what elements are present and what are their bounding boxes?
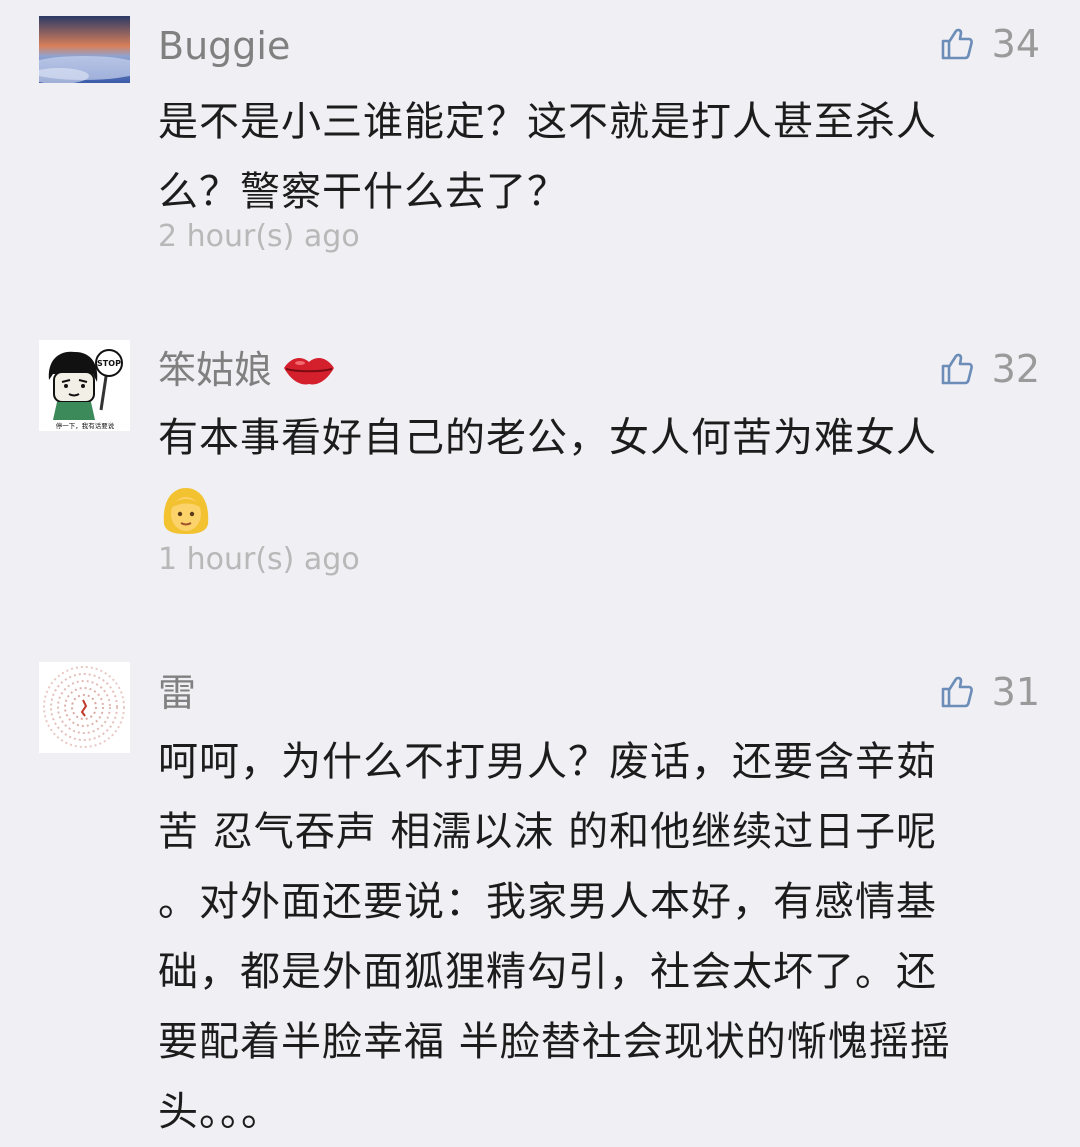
comment-item: Buggie 34 是不是小三谁能定？这不就是打人甚至杀人 么？警察干什么去了？… [0, 0, 1080, 300]
comment-text: 呵呵，为什么不打男人？废话，还要含辛茹 苦 忍气吞声 相濡以沫 的和他继续过日子… [158, 727, 1038, 1147]
like-button[interactable]: 31 [940, 673, 1040, 711]
comment-text-line: 呵呵，为什么不打男人？废话，还要含辛茹 [158, 739, 937, 785]
comment-text-line: 要配着半脸幸福 半脸替社会现状的惭愧摇摇 [158, 1019, 951, 1065]
like-button[interactable]: 34 [940, 25, 1040, 63]
comment-timestamp: 2 hour(s) ago [158, 219, 360, 254]
comment-item: STOP 停一下，我有话要说 笨姑娘 32 有本事看好自己的老公，女人何苦为难女… [0, 330, 1080, 630]
comment-text-line: 有本事看好自己的老公，女人何苦为难女人 [158, 415, 937, 461]
like-count: 31 [991, 670, 1040, 714]
comment-text-line: 么？警察干什么去了？ [158, 169, 568, 215]
avatar[interactable]: STOP 停一下，我有话要说 [39, 340, 130, 431]
avatar-caption: 停一下，我有话要说 [56, 421, 115, 430]
comment-text-line: 是不是小三谁能定？这不就是打人甚至杀人 [158, 99, 937, 145]
comment-text-line: 。对外面还要说：我家男人本好，有感情基 [158, 879, 937, 925]
thumbs-up-icon [941, 676, 973, 708]
comment-author[interactable]: 笨姑娘 [158, 350, 338, 390]
thumbs-up-icon [941, 28, 973, 60]
like-count: 32 [991, 347, 1040, 391]
comment-text-line [158, 473, 1038, 543]
stop-sign-text: STOP [97, 359, 121, 368]
avatar[interactable] [39, 16, 130, 83]
comment-item: 雷 31 呵呵，为什么不打男人？废话，还要含辛茹 苦 忍气吞声 相濡以沫 的和他… [0, 662, 1080, 1135]
comment-timestamp: 1 hour(s) ago [158, 542, 360, 577]
comment-text-line: 础，都是外面狐狸精勾引，社会太坏了。还 [158, 949, 937, 995]
woman-emoji-icon [163, 488, 209, 534]
comment-text-line: 头。。。 [158, 1089, 282, 1135]
thumbs-up-icon [941, 353, 973, 385]
comment-text: 有本事看好自己的老公，女人何苦为难女人 [158, 403, 1038, 543]
lips-emoji-icon [284, 358, 335, 385]
comment-author[interactable]: Buggie [158, 27, 290, 65]
comment-author-name: 笨姑娘 [158, 348, 273, 392]
avatar[interactable] [39, 662, 130, 753]
comment-author[interactable]: 雷 [158, 674, 196, 712]
comment-text: 是不是小三谁能定？这不就是打人甚至杀人 么？警察干什么去了？ [158, 87, 1038, 227]
comment-text-line: 苦 忍气吞声 相濡以沫 的和他继续过日子呢 [158, 809, 938, 855]
like-button[interactable]: 32 [940, 350, 1040, 388]
like-count: 34 [991, 22, 1040, 66]
